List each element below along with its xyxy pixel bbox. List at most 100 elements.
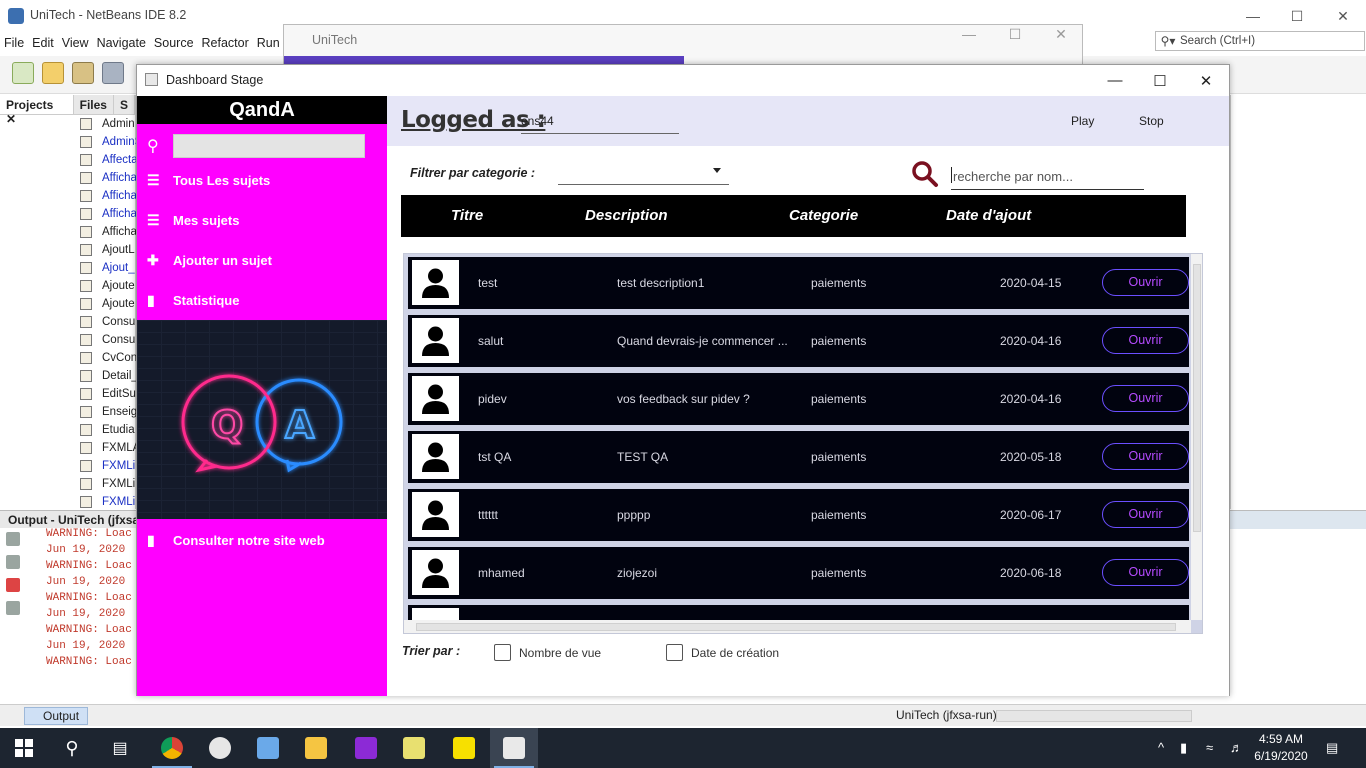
tree-item[interactable]: Etudia	[80, 421, 136, 439]
tree-item[interactable]: FXMLin	[80, 475, 136, 493]
stop-icon[interactable]	[6, 578, 20, 592]
new-file-icon[interactable]	[12, 62, 34, 84]
menu-file[interactable]: File	[4, 36, 24, 50]
stage-minimize-icon[interactable]: —	[1092, 65, 1138, 96]
sort-by-date-checkbox[interactable]	[666, 644, 683, 661]
virtualbox-taskbar-button[interactable]	[244, 728, 292, 768]
start-button[interactable]	[0, 728, 48, 768]
battery-icon[interactable]: ▮	[1180, 740, 1187, 756]
open-project-icon[interactable]	[72, 62, 94, 84]
tree-item[interactable]: Detail_	[80, 367, 136, 385]
volume-icon[interactable]: ♬	[1230, 740, 1243, 755]
horizontal-scrollbar[interactable]	[404, 620, 1191, 633]
open-topic-button[interactable]: Ouvrir	[1102, 559, 1189, 586]
tree-item[interactable]: CvCon	[80, 349, 136, 367]
filter-category-select[interactable]	[558, 161, 729, 185]
netbeans-search-field[interactable]: ⚲▾ Search (Ctrl+I)	[1155, 31, 1365, 51]
wifi-icon[interactable]: ≈	[1206, 740, 1213, 755]
system-clock[interactable]: 4:59 AM 6/19/2020	[1248, 731, 1314, 765]
save-all-icon[interactable]	[102, 62, 124, 84]
search-by-name-input[interactable]: recherche par nom...	[951, 162, 1144, 190]
unitech-window[interactable]: UniTech — ☐ ✕	[283, 24, 1083, 68]
tree-item-label: FXMLin	[102, 478, 136, 490]
tree-item[interactable]: Ajout_	[80, 259, 136, 277]
menu-source[interactable]: Source	[154, 36, 194, 50]
scrollbar-thumb[interactable]	[1193, 264, 1201, 532]
minimize-icon[interactable]: —	[1230, 0, 1276, 32]
tree-item[interactable]: FXMLA	[80, 439, 136, 457]
vertical-scrollbar[interactable]	[1191, 254, 1202, 620]
paint-taskbar-button[interactable]	[196, 728, 244, 768]
chevron-up-icon[interactable]: ^	[1158, 740, 1164, 755]
java-file-icon	[80, 118, 92, 130]
unitech-close-icon[interactable]: ✕	[1038, 19, 1084, 49]
search-taskbar-button[interactable]: ⚲	[48, 728, 96, 768]
open-topic-button[interactable]: Ouvrir	[1102, 327, 1189, 354]
maximize-icon[interactable]: ☐	[1274, 0, 1320, 32]
close-tab-icon[interactable]: ✕	[6, 112, 16, 126]
sidebar-item-add-topic[interactable]: ✚ Ajouter un sujet	[147, 249, 272, 271]
open-topic-button[interactable]: Ouvrir	[1102, 501, 1189, 528]
menu-edit[interactable]: Edit	[32, 36, 54, 50]
stop-button[interactable]: Stop	[1139, 114, 1164, 128]
java-taskbar-button[interactable]	[490, 728, 538, 768]
chrome-taskbar-button[interactable]	[148, 728, 196, 768]
sidebar-search-input[interactable]	[173, 134, 365, 158]
sidebar-item-all-topics[interactable]: ☰ Tous Les sujets	[147, 169, 270, 191]
rerun-icon[interactable]	[6, 532, 20, 546]
scene-builder-taskbar-button[interactable]	[390, 728, 438, 768]
open-topic-button[interactable]: Ouvrir	[1102, 269, 1189, 296]
tree-item[interactable]: FXMLin	[80, 457, 136, 475]
tree-item[interactable]: Ajoute	[80, 295, 136, 313]
menu-run[interactable]: Run	[257, 36, 280, 50]
tree-item[interactable]: Afficha	[80, 187, 136, 205]
task-view-button[interactable]: ▤	[96, 728, 144, 768]
tree-item[interactable]: AdminS	[80, 133, 136, 151]
tree-item[interactable]: AjoutL	[80, 241, 136, 259]
sidebar-item-statistics[interactable]: ▮ Statistique	[147, 289, 239, 311]
open-topic-button[interactable]: Ouvrir	[1102, 443, 1189, 470]
sidebar-item-my-topics[interactable]: ☰ Mes sujets	[147, 209, 239, 231]
tab-files[interactable]: Files	[74, 95, 114, 114]
tree-item[interactable]: Afficha	[80, 205, 136, 223]
close-icon[interactable]: ✕	[1320, 0, 1366, 32]
open-topic-button[interactable]: Ouvrir	[1102, 385, 1189, 412]
tree-item[interactable]: Consu	[80, 331, 136, 349]
tree-item[interactable]: Afficha	[80, 223, 136, 241]
tree-item[interactable]: EditSu	[80, 385, 136, 403]
unitech-minimize-icon[interactable]: —	[946, 19, 992, 49]
sidebar-item-website[interactable]: ▮ Consulter notre site web	[147, 529, 325, 551]
menu-refactor[interactable]: Refactor	[202, 36, 249, 50]
tree-item[interactable]: Admin	[80, 115, 136, 133]
tree-item[interactable]: Afficha	[80, 169, 136, 187]
tab-projects[interactable]: Projects ✕	[0, 95, 74, 126]
tree-item[interactable]: Enseig	[80, 403, 136, 421]
status-output-tab[interactable]: Output	[24, 707, 89, 725]
scrollbar-thumb[interactable]	[416, 623, 1176, 631]
unitech-maximize-icon[interactable]: ☐	[992, 19, 1038, 49]
sort-by-views-checkbox[interactable]	[494, 644, 511, 661]
search-icon[interactable]	[911, 160, 939, 188]
tree-item[interactable]: FXMLin	[80, 493, 136, 511]
play-button[interactable]: Play	[1071, 114, 1094, 128]
tab-services[interactable]: S	[114, 95, 135, 114]
dashboard-stage-window: Dashboard Stage — ☐ ✕ QandA ⚲ ☰ Tous Les…	[136, 64, 1230, 696]
explorer-taskbar-button[interactable]	[292, 728, 340, 768]
phpstorm-taskbar-button[interactable]	[342, 728, 390, 768]
tree-item[interactable]: Ajoute	[80, 277, 136, 295]
new-project-icon[interactable]	[42, 62, 64, 84]
java-file-icon	[80, 370, 92, 382]
topic-date: 2020-04-16	[1000, 392, 1062, 406]
sticky-notes-taskbar-button[interactable]	[440, 728, 488, 768]
tree-item[interactable]: Affecta	[80, 151, 136, 169]
tree-item-label: Enseig	[102, 406, 136, 418]
stage-maximize-icon[interactable]: ☐	[1137, 65, 1183, 96]
stage-close-icon[interactable]: ✕	[1183, 65, 1229, 96]
list-item: test test description1 paiements 2020-04-15…	[408, 257, 1189, 309]
rerun-with-params-icon[interactable]	[6, 555, 20, 569]
tree-item[interactable]: Consu	[80, 313, 136, 331]
menu-navigate[interactable]: Navigate	[97, 36, 146, 50]
menu-view[interactable]: View	[62, 36, 89, 50]
notifications-icon[interactable]: ▤	[1326, 740, 1338, 756]
settings-icon[interactable]	[6, 601, 20, 615]
